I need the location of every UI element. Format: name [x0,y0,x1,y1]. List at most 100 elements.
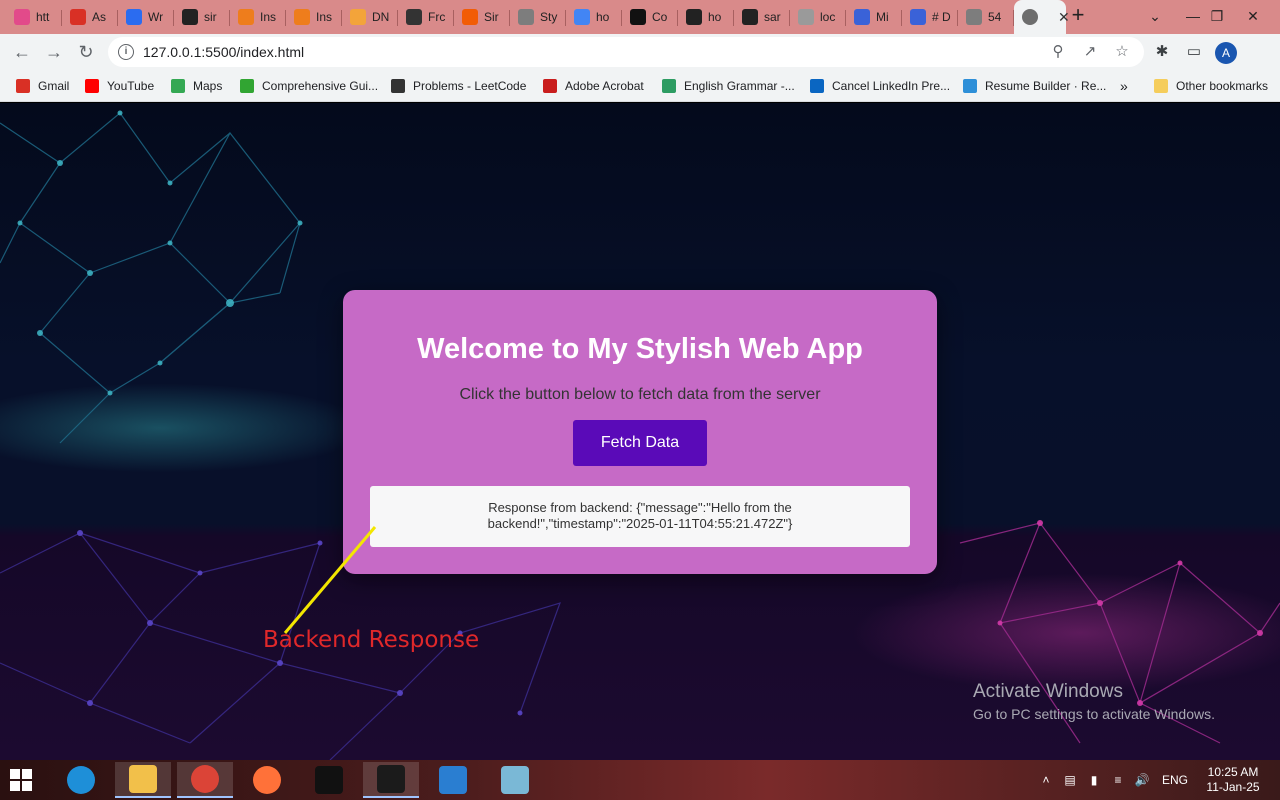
page-viewport: Welcome to My Stylish Web App Click the … [0,103,1280,760]
clock-date: 11-Jan-25 [1206,780,1260,794]
bookmark-item[interactable]: YouTube [85,77,154,95]
browser-tab[interactable]: Ins [230,4,286,30]
watermark-subtitle: Go to PC settings to activate Windows. [973,706,1215,722]
windows-taskbar: ˄ ▤ ▮ ≡ 🔊 ENG 10:25 AM 11-Jan-25 [0,760,1280,800]
battery-icon[interactable]: ▮ [1084,760,1104,800]
taskbar-app[interactable] [301,762,357,798]
reload-button[interactable]: ↻ [72,38,100,66]
tab-label: DN [372,10,390,24]
tab-label: Sir [484,10,499,24]
browser-tab[interactable]: Sty [510,4,566,30]
back-button[interactable]: ← [8,38,36,66]
browser-tab[interactable]: Ins [286,4,342,30]
address-bar[interactable]: i 127.0.0.1:5500/index.html ⚲ ↗ ☆ [108,37,1144,67]
tab-label: Co [652,10,668,24]
orange-link-icon [238,9,254,25]
zoom-icon[interactable]: ⚲ [1048,42,1068,62]
wifi-icon[interactable]: ≡ [1108,760,1128,800]
extensions-icon[interactable]: ✱ [1150,40,1174,64]
url-text[interactable]: 127.0.0.1:5500/index.html [143,44,304,60]
volume-icon[interactable]: 🔊 [1132,760,1152,800]
browser-tab[interactable]: loc [790,4,846,30]
resume-icon [963,79,977,93]
taskbar-app[interactable] [425,762,481,798]
dark-circle-icon [686,9,702,25]
browser-tab[interactable]: sar [734,4,790,30]
bookmark-item[interactable]: Maps [171,77,222,95]
bookmark-item[interactable]: English Grammar -... [662,77,795,95]
windows-start-icon[interactable] [10,769,32,791]
bookmark-item[interactable]: Problems - LeetCode [391,77,526,95]
browser-tab[interactable]: Frc [398,4,454,30]
bookmark-item[interactable]: Gmail [16,77,69,95]
bookmarks-overflow-button[interactable]: » [1120,77,1128,95]
annotation-label: Backend Response [263,627,480,653]
taskbar-app[interactable] [53,762,109,798]
forward-button[interactable]: → [40,38,68,66]
side-panel-icon[interactable]: ▭ [1182,40,1206,64]
system-clock[interactable]: 10:25 AM 11-Jan-25 [1198,765,1268,795]
taskbar-app[interactable] [177,762,233,798]
firefox-icon [253,766,281,794]
close-window-button[interactable]: ✕ [1230,0,1276,34]
openai-icon [406,9,422,25]
browser-tab[interactable]: Wr [118,4,174,30]
globe-icon [966,9,982,25]
terminal-app-icon [377,765,405,793]
browser-tab[interactable]: ho [678,4,734,30]
other-bookmarks-folder[interactable]: Other bookmarks [1154,77,1268,95]
browser-tab[interactable]: sir [174,4,230,30]
watermark-title: Activate Windows [973,681,1123,702]
ab-icon [630,9,646,25]
taskbar-app[interactable] [487,762,543,798]
taskbar-app[interactable] [239,762,295,798]
browser-tab[interactable]: ho [566,4,622,30]
vscode-icon [439,766,467,794]
browser-tab[interactable]: htt [6,4,62,30]
language-indicator[interactable]: ENG [1158,760,1192,800]
bookmark-item[interactable]: Comprehensive Gui... [240,77,378,95]
site-info-icon[interactable]: i [118,44,134,60]
github-icon [742,9,758,25]
bookmark-item[interactable]: Cancel LinkedIn Pre... [810,77,950,95]
browser-tab[interactable]: # D [902,4,958,30]
notepad-icon [501,766,529,794]
gmail-icon [70,9,86,25]
cloud-icon [350,9,366,25]
tab-label: ho [708,10,722,24]
maps-pin-icon [171,79,185,93]
file-explorer-icon [129,765,157,793]
browser-tab[interactable]: As [62,4,118,30]
profile-avatar[interactable]: A [1215,42,1237,64]
browser-tab[interactable]: DN [342,4,398,30]
taskbar-app[interactable] [363,762,419,798]
close-tab-icon[interactable]: ✕ [1058,9,1070,26]
tab-label: sir [204,10,217,24]
globe-icon [798,9,814,25]
share-icon[interactable]: ↗ [1080,42,1100,62]
activate-windows-watermark: Activate Windows Go to PC settings to ac… [973,681,1215,722]
bookmark-label: Cancel LinkedIn Pre... [832,79,951,93]
pink-heart-icon [14,9,30,25]
fire-icon [462,9,478,25]
taskbar-app[interactable] [115,762,171,798]
other-bookmarks-label: Other bookmarks [1176,79,1269,93]
browser-tab-active[interactable]: ✕ [1014,0,1070,34]
calendar-icon [854,9,870,25]
tab-strip: + ⌄ — ❐ ✕ htt As Wr sir Ins Ins DN Frc Sir Sty ho C… [0,0,1280,34]
tray-overflow-icon[interactable]: ˄ [1038,760,1054,800]
tab-label: Frc [428,10,446,24]
network-status-icon[interactable]: ▤ [1060,760,1080,800]
bookmark-item[interactable]: Adobe Acrobat [543,77,644,95]
bookmark-star-icon[interactable]: ☆ [1112,42,1132,62]
browser-tab[interactable]: Sir [454,4,510,30]
browser-tab[interactable]: Co [622,4,678,30]
browser-tab[interactable]: Mi [846,4,902,30]
tab-label: 54 [988,10,1002,24]
acrobat-icon [543,79,557,93]
bookmark-item[interactable]: Resume Builder · Re... [963,77,1106,95]
tab-label: loc [820,10,836,24]
tab-label: Ins [260,10,277,24]
calendar-icon [910,9,926,25]
browser-tab[interactable]: 54 [958,4,1014,30]
